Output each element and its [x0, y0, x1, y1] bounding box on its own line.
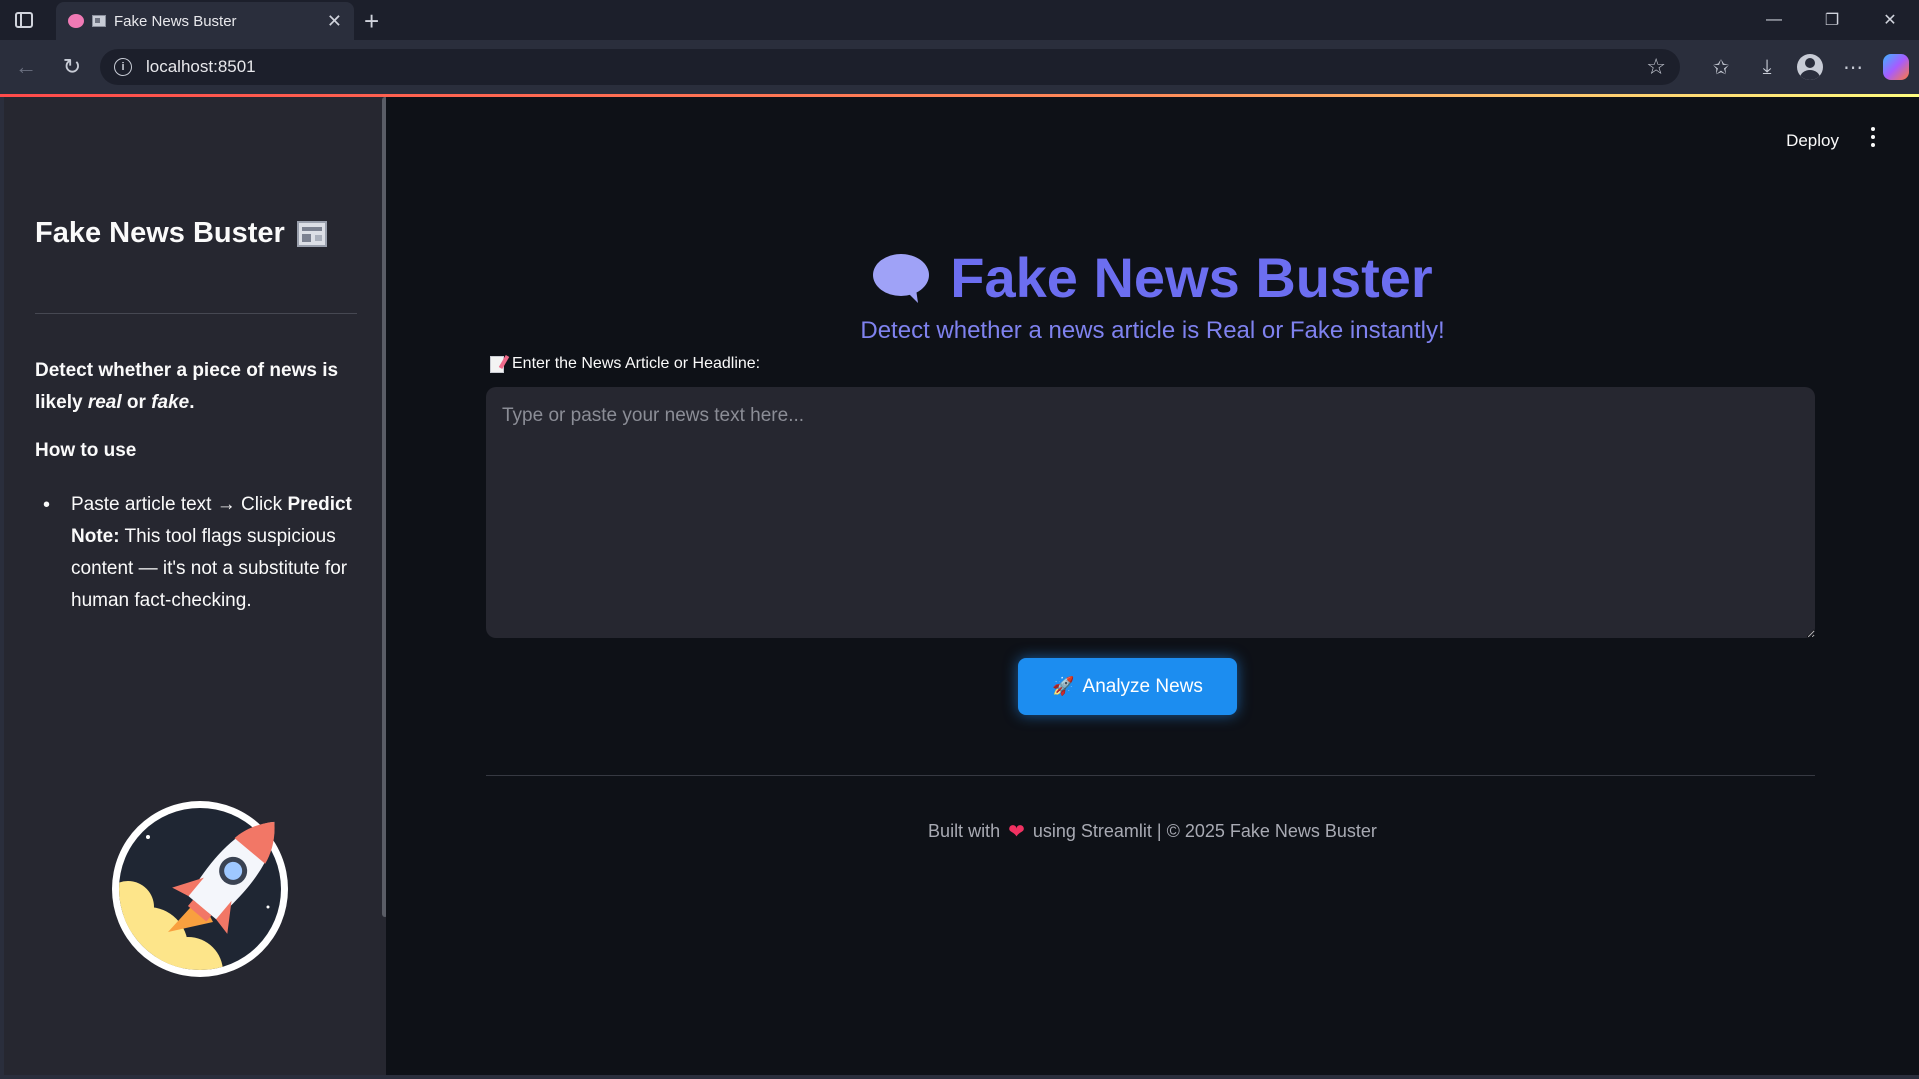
footer: Built with ❤ using Streamlit | © 2025 Fa…: [386, 819, 1919, 844]
heart-icon: ❤: [1008, 821, 1025, 843]
main-content: Deploy Fake News Buster Detect whether a…: [386, 97, 1919, 1075]
footer-suffix: using Streamlit | © 2025 Fake News Buste…: [1032, 821, 1377, 841]
howto-list: • Paste article text → Click Predict Note…: [35, 489, 365, 617]
profile-avatar-icon[interactable]: [1797, 54, 1823, 80]
close-window-icon[interactable]: ✕: [1861, 0, 1919, 40]
sidebar-divider: [35, 313, 357, 314]
new-tab-button[interactable]: +: [364, 6, 379, 37]
favorite-star-icon[interactable]: ☆: [1646, 54, 1666, 80]
step-text: Paste article text → Click: [71, 494, 288, 515]
window-bottom-border: [0, 1075, 1919, 1079]
footer-prefix: Built with: [928, 821, 1001, 841]
page-title: Fake News Buster: [386, 245, 1919, 310]
page-subtitle: Detect whether a news article is Real or…: [860, 317, 1445, 344]
browser-sidebar-toggle[interactable]: [0, 0, 48, 40]
site-info-icon[interactable]: i: [114, 58, 132, 76]
analyze-news-button[interactable]: 🚀 Analyze News: [1018, 658, 1237, 715]
speech-bubble-icon: [873, 253, 930, 303]
rocket-logo-icon: [112, 801, 288, 977]
rocket-icon: 🚀: [1052, 676, 1075, 696]
page-title-text: Fake News Buster: [950, 246, 1433, 309]
sidebar-title-text: Fake News Buster: [35, 217, 285, 249]
sidebar-description: Detect whether a piece of news is likely…: [35, 355, 355, 419]
restore-icon[interactable]: ❐: [1803, 0, 1861, 40]
more-options-icon[interactable]: ⋯: [1837, 51, 1869, 83]
newspaper-icon: [92, 15, 106, 27]
desc-or: or: [121, 392, 152, 413]
back-arrow-icon: ←: [15, 54, 37, 79]
desc-fake: fake: [151, 392, 190, 413]
desc-real: real: [87, 392, 122, 413]
close-tab-icon[interactable]: ✕: [327, 11, 342, 32]
news-input-label: Enter the News Article or Headline:: [490, 355, 760, 373]
url-text[interactable]: localhost:8501: [146, 57, 1646, 77]
favorites-icon[interactable]: ✩: [1705, 51, 1737, 83]
browser-tab-bar: Fake News Buster ✕ + — ❐ ✕: [0, 0, 1919, 40]
newspaper-icon: [296, 220, 327, 247]
tab-title: Fake News Buster: [114, 12, 237, 30]
list-bullet: •: [43, 494, 51, 516]
address-bar[interactable]: i localhost:8501 ☆: [100, 49, 1680, 85]
back-button[interactable]: ←: [6, 47, 46, 87]
copilot-icon[interactable]: [1883, 54, 1909, 80]
footer-divider: [486, 775, 1815, 776]
brain-favicon-icon: [68, 14, 84, 28]
memo-icon: [490, 355, 504, 373]
analyze-news-label: Analyze News: [1082, 675, 1203, 697]
deploy-button[interactable]: Deploy: [1778, 127, 1847, 155]
toolbar-icons: ✩ ⤓ ⋯: [1705, 40, 1909, 94]
sidebar: Fake News Buster Detect whether a piece …: [4, 97, 388, 1075]
step-predict: Predict: [287, 494, 352, 515]
list-item: Paste article text → Click Predict Note: …: [71, 489, 365, 617]
reload-icon: ↻: [62, 54, 82, 79]
minimize-icon[interactable]: —: [1745, 0, 1803, 40]
sidebar-panel-icon: [15, 12, 33, 28]
browser-tab[interactable]: Fake News Buster ✕: [56, 2, 354, 40]
main-menu-icon[interactable]: [1871, 127, 1875, 147]
browser-toolbar: ← ↻ i localhost:8501 ☆ ✩ ⤓ ⋯: [0, 40, 1919, 94]
news-text-input[interactable]: [486, 387, 1815, 638]
note-label: Note:: [71, 526, 120, 547]
window-controls: — ❐ ✕: [1745, 0, 1919, 40]
download-icon[interactable]: ⤓: [1751, 51, 1783, 83]
desc-end: .: [189, 392, 195, 413]
reload-button[interactable]: ↻: [52, 47, 92, 87]
howto-heading: How to use: [35, 440, 137, 461]
sidebar-title: Fake News Buster: [35, 217, 327, 250]
news-input-label-text: Enter the News Article or Headline:: [512, 355, 761, 372]
